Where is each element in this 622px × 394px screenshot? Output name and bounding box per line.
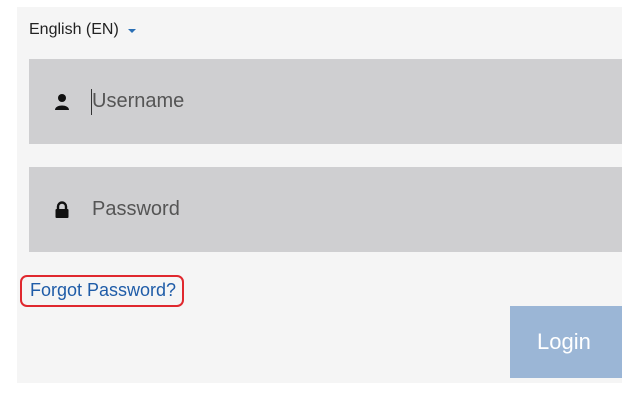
password-field[interactable]: Password (29, 167, 622, 252)
chevron-down-icon (127, 29, 136, 33)
username-field[interactable]: Username (29, 59, 622, 144)
language-label: English (EN) (29, 21, 119, 38)
user-icon (55, 93, 69, 110)
forgot-password-link[interactable]: Forgot Password? (20, 275, 185, 307)
language-selector[interactable]: English (EN) (29, 21, 136, 39)
login-button[interactable]: Login (510, 306, 622, 378)
password-placeholder: Password (92, 198, 180, 220)
username-placeholder: Username (92, 90, 185, 112)
lock-icon (55, 200, 69, 218)
